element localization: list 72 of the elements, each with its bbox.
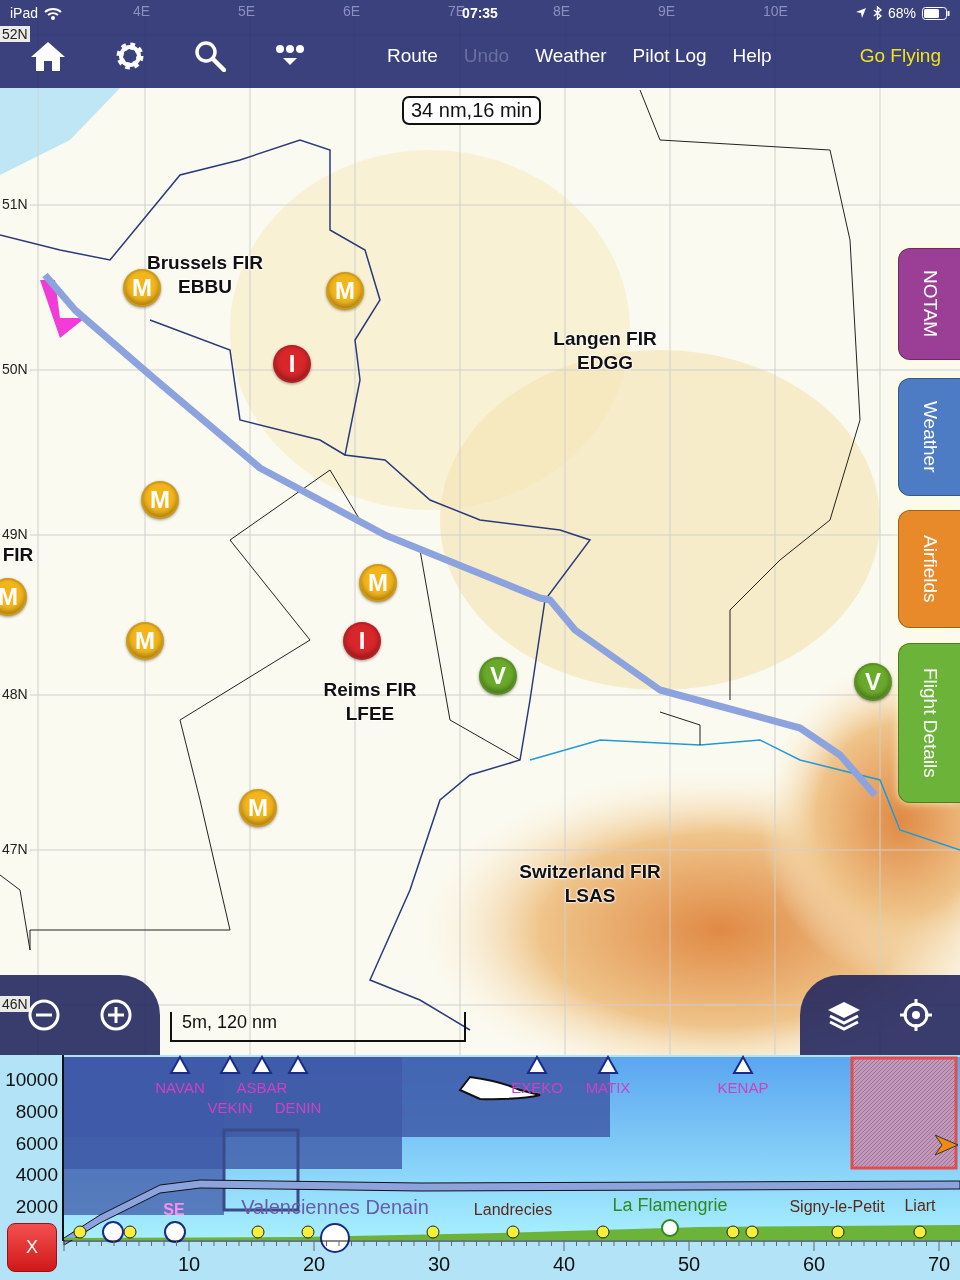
place-label: Valenciennes Denain — [241, 1196, 429, 1219]
region-code: EDGG — [577, 351, 633, 375]
side-tab[interactable]: Flight Details — [898, 643, 960, 803]
altitude-label: 10000 — [4, 1069, 58, 1091]
waypoint-label: MATIX — [584, 1079, 632, 1096]
bluetooth-icon — [872, 6, 882, 20]
longitude-label: 8E — [553, 3, 571, 19]
place-label: La Flamengrie — [612, 1195, 728, 1216]
altitude-label: 2000 — [14, 1196, 58, 1219]
device-name: iPad — [10, 5, 39, 21]
toolbar-button[interactable]: Go Flying — [846, 41, 954, 71]
route-summary: 34 nm,16 min — [402, 96, 542, 125]
distance-label: 20 — [301, 1253, 327, 1276]
wifi-icon — [44, 6, 63, 20]
altitude-label: 6000 — [14, 1132, 58, 1155]
location-arrow-icon — [854, 7, 867, 19]
longitude-label: 5E — [238, 3, 256, 19]
scale-bar: 5m, 120 nm — [170, 1012, 466, 1042]
toolbar-button[interactable]: Help — [719, 41, 785, 71]
altitude-label: 4000 — [14, 1164, 58, 1187]
zoom-in-icon[interactable] — [99, 998, 133, 1032]
place-label: Liart — [904, 1197, 936, 1215]
region-code: LSAS — [564, 884, 616, 908]
side-tab[interactable]: Weather — [898, 378, 960, 496]
latitude-label: 47N — [0, 841, 30, 857]
side-tab[interactable]: NOTAM — [898, 248, 960, 360]
settings-icon[interactable] — [114, 40, 146, 72]
search-icon[interactable] — [194, 40, 226, 72]
longitude-label: 9E — [658, 3, 676, 19]
toolbar-button[interactable]: Weather — [522, 41, 620, 71]
longitude-label: 6E — [343, 3, 361, 19]
latitude-label: 52N — [0, 26, 30, 42]
distance-label: 40 — [551, 1253, 577, 1276]
altitude-label: 8000 — [14, 1100, 58, 1123]
side-tab[interactable]: Airfields — [898, 510, 960, 628]
place-label: Landrecies — [473, 1201, 553, 1219]
locate-icon[interactable] — [898, 997, 934, 1033]
distance-label: 60 — [801, 1253, 827, 1276]
waypoint-label: ASBAR — [235, 1079, 289, 1096]
region-name: Switzerland FIR — [519, 860, 661, 884]
place-label: SE — [163, 1201, 185, 1219]
waypoint-label: DENIN — [273, 1099, 323, 1116]
region-code: LFEE — [345, 702, 395, 726]
more-icon[interactable] — [274, 44, 306, 68]
latitude-label: 50N — [0, 361, 30, 377]
toolbar-button[interactable]: Route — [374, 41, 451, 71]
waypoint-label: VEKIN — [206, 1099, 254, 1116]
battery-percent: 68% — [887, 5, 916, 21]
distance-label: 50 — [676, 1253, 702, 1276]
waypoint-label: KENAP — [716, 1079, 770, 1096]
home-icon[interactable] — [30, 40, 66, 72]
boundary-marker-icon — [40, 280, 85, 338]
battery-icon — [922, 6, 950, 20]
latitude-label: 48N — [0, 686, 30, 702]
region-code: EBBU — [178, 275, 232, 299]
distance-label: 70 — [926, 1253, 952, 1276]
region-name: FIR — [2, 543, 34, 567]
distance-label: 30 — [426, 1253, 452, 1276]
latitude-label: 46N — [0, 996, 30, 1012]
place-label: Signy-le-Petit — [789, 1198, 885, 1216]
latitude-label: 49N — [0, 526, 30, 542]
longitude-label: 10E — [763, 3, 788, 19]
region-name: Reims FIR — [323, 678, 417, 702]
waypoint-label: EXEKO — [510, 1079, 564, 1096]
region-name: Langen FIR — [553, 327, 657, 351]
close-button[interactable]: X — [7, 1223, 57, 1272]
waypoint-label: NAVAN — [154, 1079, 206, 1096]
zoom-out-icon[interactable] — [27, 998, 61, 1032]
distance-label: 10 — [176, 1253, 202, 1276]
toolbar-button[interactable]: Pilot Log — [619, 41, 720, 71]
latitude-label: 51N — [0, 196, 30, 212]
longitude-label: 4E — [133, 3, 151, 19]
